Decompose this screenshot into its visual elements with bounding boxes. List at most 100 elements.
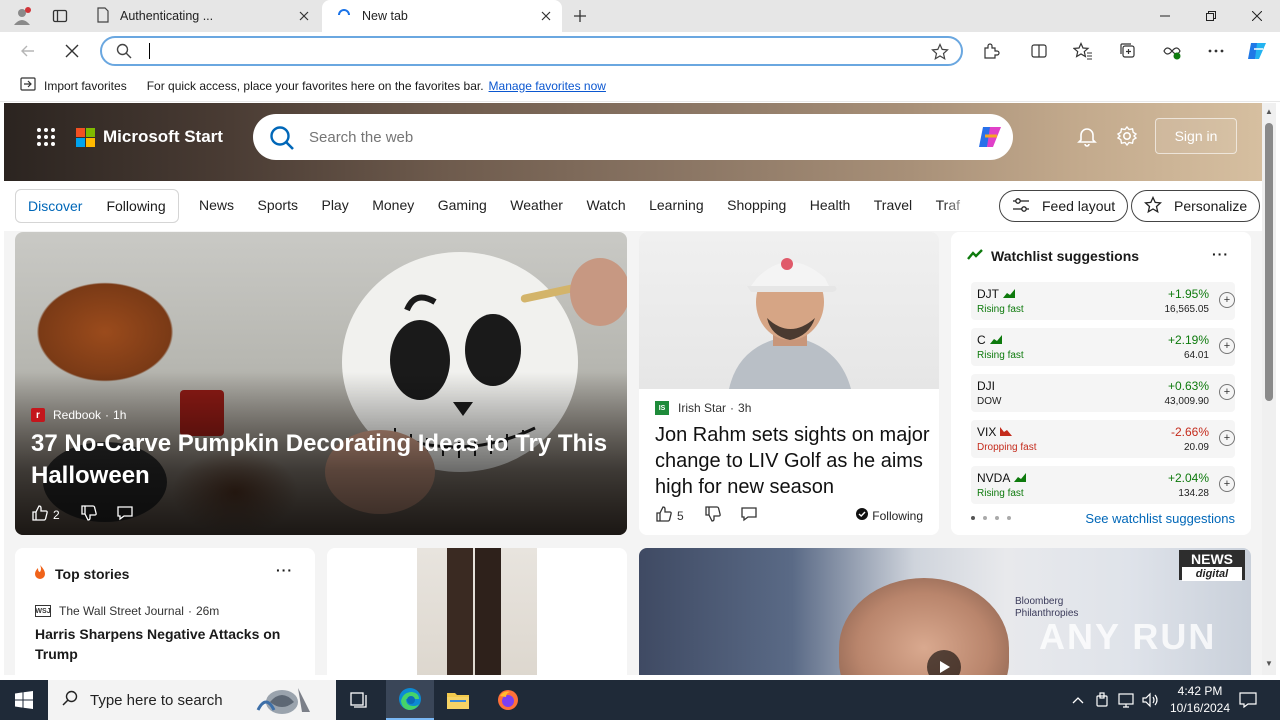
article-title[interactable]: Harris Sharpens Negative Attacks on Trum…: [35, 624, 295, 664]
network-icon[interactable]: [1116, 680, 1138, 720]
web-search-input[interactable]: [309, 127, 909, 147]
tab-following[interactable]: Following: [94, 198, 177, 214]
scroll-up-arrow[interactable]: ▲: [1264, 107, 1274, 117]
category-money[interactable]: Money: [372, 197, 414, 213]
category-watch[interactable]: Watch: [586, 197, 625, 213]
stock-status: Rising fast: [977, 350, 1024, 361]
firefox-icon[interactable]: [484, 680, 532, 720]
close-tab-icon[interactable]: [292, 4, 316, 28]
address-bar[interactable]: [100, 36, 963, 66]
start-button[interactable]: [0, 680, 48, 720]
add-to-watchlist-icon[interactable]: +: [1219, 476, 1235, 492]
taskbar-search[interactable]: Type here to search: [48, 680, 336, 720]
carousel-dots[interactable]: [971, 516, 1019, 520]
watchlist-row[interactable]: NVDA Rising fast +2.04% 134.28 +: [971, 466, 1235, 504]
extensions-icon[interactable]: [974, 36, 1008, 66]
dislike-icon[interactable]: [704, 505, 722, 526]
watchlist-row[interactable]: C Rising fast +2.19% 64.01 +: [971, 328, 1235, 366]
copilot-icon[interactable]: [975, 122, 1005, 155]
dislike-icon[interactable]: [80, 504, 98, 525]
more-options-button[interactable]: ···: [276, 562, 293, 578]
microsoft-start-logo[interactable]: Microsoft Start: [76, 127, 223, 147]
feed-layout-label: Feed layout: [1042, 198, 1116, 214]
restore-button[interactable]: [1188, 0, 1234, 32]
tab-discover[interactable]: Discover: [16, 198, 94, 214]
product-ad-card[interactable]: [327, 548, 627, 675]
video-card[interactable]: Bloomberg Philanthropies NEWS digital AN…: [639, 548, 1251, 675]
brand-line-1: Bloomberg: [1015, 596, 1064, 607]
more-options-button[interactable]: ···: [1212, 246, 1229, 262]
add-to-watchlist-icon[interactable]: +: [1219, 384, 1235, 400]
profile-icon[interactable]: [8, 4, 36, 28]
security-tray-icon[interactable]: [1092, 680, 1112, 720]
close-tab-icon[interactable]: [534, 4, 558, 28]
following-button[interactable]: Following: [856, 508, 923, 523]
category-shopping[interactable]: Shopping: [727, 197, 786, 213]
article-title[interactable]: Jon Rahm sets sights on major change to …: [655, 422, 930, 500]
article-card-pumpkin[interactable]: r Redbook · 1h 37 No-Carve Pumpkin Decor…: [15, 232, 627, 535]
new-tab-button[interactable]: [566, 4, 594, 28]
stop-loading-button[interactable]: [56, 36, 88, 66]
add-to-watchlist-icon[interactable]: +: [1219, 338, 1235, 354]
tray-overflow-chevron-icon[interactable]: [1068, 680, 1088, 720]
like-icon[interactable]: [31, 504, 49, 525]
tab-actions-icon[interactable]: [46, 4, 74, 28]
personalize-button[interactable]: Personalize: [1131, 190, 1261, 222]
import-favorites-button[interactable]: Import favorites: [12, 77, 127, 94]
settings-more-icon[interactable]: [1199, 36, 1233, 66]
web-search-box[interactable]: [253, 114, 1013, 160]
category-travel[interactable]: Travel: [874, 197, 912, 213]
clock-date: 10/16/2024: [1169, 701, 1231, 715]
volume-icon[interactable]: [1140, 680, 1162, 720]
address-input[interactable]: [148, 41, 908, 61]
brand-name: Microsoft Start: [103, 127, 223, 146]
category-news[interactable]: News: [199, 197, 234, 213]
add-favorite-star-icon[interactable]: [931, 43, 949, 64]
add-to-watchlist-icon[interactable]: +: [1219, 430, 1235, 446]
split-screen-icon[interactable]: [1022, 36, 1056, 66]
add-to-watchlist-icon[interactable]: +: [1219, 292, 1235, 308]
tab-new-tab[interactable]: New tab: [322, 0, 562, 32]
minimize-button[interactable]: [1142, 0, 1188, 32]
notifications-bell-icon[interactable]: [1076, 125, 1098, 150]
file-explorer-icon[interactable]: [434, 680, 482, 720]
sign-in-button[interactable]: Sign in: [1155, 118, 1237, 154]
comment-icon[interactable]: [116, 504, 134, 525]
collections-icon[interactable]: [1111, 36, 1145, 66]
notification-center-icon[interactable]: [1234, 680, 1262, 720]
category-sports[interactable]: Sports: [258, 197, 298, 213]
back-button[interactable]: [12, 36, 44, 66]
manage-favorites-link[interactable]: Manage favorites now: [489, 79, 606, 93]
like-icon[interactable]: [655, 505, 673, 526]
browser-essentials-icon[interactable]: [1155, 36, 1189, 66]
dropping-trend-icon: [996, 425, 1013, 439]
scroll-down-arrow[interactable]: ▼: [1264, 659, 1274, 669]
edge-taskbar-icon[interactable]: [386, 680, 434, 720]
category-play[interactable]: Play: [321, 197, 348, 213]
article-source: IS Irish Star · 3h: [655, 401, 751, 415]
system-clock[interactable]: 4:42 PM 10/16/2024: [1160, 683, 1240, 717]
category-weather[interactable]: Weather: [510, 197, 563, 213]
category-gaming[interactable]: Gaming: [438, 197, 487, 213]
copilot-icon[interactable]: [1240, 36, 1274, 66]
category-health[interactable]: Health: [810, 197, 850, 213]
feed-layout-button[interactable]: Feed layout: [999, 190, 1129, 222]
import-icon: [20, 77, 36, 94]
page-scrollbar[interactable]: ▲ ▼: [1262, 103, 1276, 675]
channel-sub: digital: [1182, 567, 1242, 581]
article-title[interactable]: 37 No-Carve Pumpkin Decorating Ideas to …: [31, 428, 611, 492]
watchlist-row[interactable]: VIX Dropping fast -2.66% 20.09 +: [971, 420, 1235, 458]
task-view-icon[interactable]: [336, 680, 384, 720]
watchlist-row[interactable]: DJT Rising fast +1.95% 16,565.05 +: [971, 282, 1235, 320]
gear-icon[interactable]: [1116, 125, 1138, 150]
close-window-button[interactable]: [1234, 0, 1280, 32]
article-card-rahm[interactable]: IS Irish Star · 3h Jon Rahm sets sights …: [639, 232, 939, 535]
tab-authenticating[interactable]: Authenticating ...: [84, 0, 320, 32]
favorites-icon[interactable]: [1066, 36, 1100, 66]
scroll-thumb[interactable]: [1265, 123, 1273, 401]
see-watchlist-link[interactable]: See watchlist suggestions: [1085, 511, 1235, 526]
comment-icon[interactable]: [740, 505, 758, 526]
app-launcher-icon[interactable]: [36, 127, 56, 150]
watchlist-row[interactable]: DJI DOW +0.63% 43,009.90 +: [971, 374, 1235, 412]
category-learning[interactable]: Learning: [649, 197, 704, 213]
